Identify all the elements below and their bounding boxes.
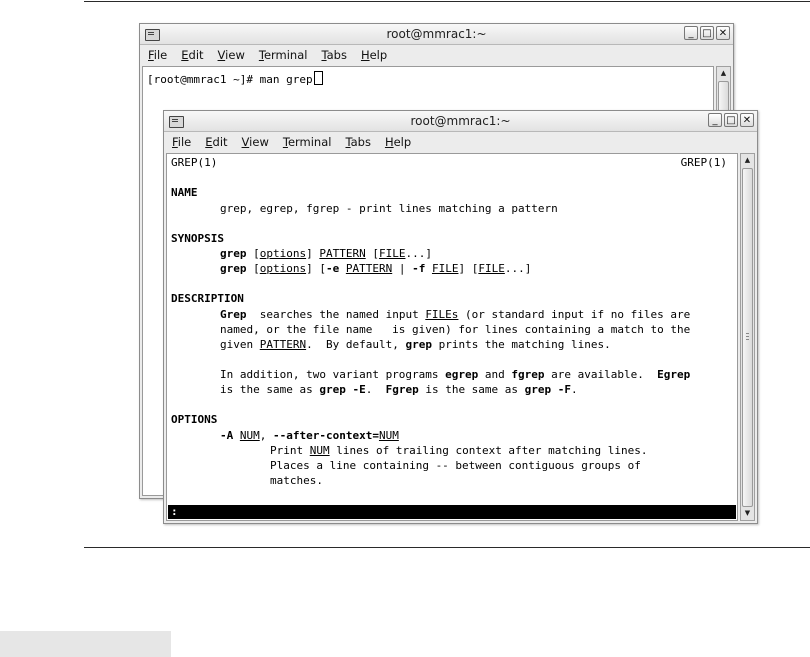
description-line-4: In addition, two variant programs egrep … <box>220 368 691 381</box>
menu-help[interactable]: Help <box>385 135 411 149</box>
menu-view[interactable]: View <box>218 48 245 62</box>
menu-bar: File Edit View Terminal Tabs Help <box>140 45 733 65</box>
bottom-rule <box>84 547 810 548</box>
menu-terminal[interactable]: Terminal <box>283 135 332 149</box>
minimize-icon[interactable]: _ <box>708 113 722 127</box>
section-heading-options: OPTIONS <box>171 413 218 426</box>
title-bar[interactable]: root@mmrac1:~ _ □ ✕ <box>164 111 757 132</box>
maximize-icon[interactable]: □ <box>724 113 738 127</box>
shell-prompt: [root@mmrac1 ~]# man grep <box>147 71 323 86</box>
menu-terminal[interactable]: Terminal <box>259 48 308 62</box>
description-line-2: named, or the file name is given) for li… <box>220 323 691 336</box>
menu-edit[interactable]: Edit <box>205 135 227 149</box>
scroll-down-arrow-icon[interactable]: ▼ <box>741 507 754 520</box>
menu-tabs[interactable]: Tabs <box>321 48 346 62</box>
scrollbar-grip-line <box>746 336 749 337</box>
terminal-window-front[interactable]: root@mmrac1:~ _ □ ✕ File Edit View Termi… <box>163 110 758 524</box>
description-line-3: given PATTERN. By default, grep prints t… <box>220 338 611 351</box>
scroll-up-arrow-icon[interactable]: ▲ <box>717 67 730 80</box>
option-description-line-3: matches. <box>270 474 323 487</box>
scroll-up-arrow-icon[interactable]: ▲ <box>741 154 754 167</box>
section-heading-synopsis: SYNOPSIS <box>171 232 224 245</box>
pager-status-line[interactable]: : <box>168 505 736 519</box>
menu-bar: File Edit View Terminal Tabs Help <box>164 132 757 152</box>
section-heading-description: DESCRIPTION <box>171 292 244 305</box>
description-line-1: Grep searches the named input FILEs (or … <box>220 308 691 321</box>
maximize-icon[interactable]: □ <box>700 26 714 40</box>
option-description-line-1: Print NUM lines of trailing context afte… <box>270 444 648 457</box>
synopsis-line-1: grep [options] PATTERN [FILE...] <box>220 247 432 260</box>
man-header-right: GREP(1) <box>680 156 727 169</box>
scrollbar-grip-icon <box>746 333 749 334</box>
menu-edit[interactable]: Edit <box>181 48 203 62</box>
minimize-icon[interactable]: _ <box>684 26 698 40</box>
terminal-output[interactable]: GREP(1) GREP(1) NAME grep, egrep, fgrep … <box>166 153 738 521</box>
title-bar[interactable]: root@mmrac1:~ _ □ ✕ <box>140 24 733 45</box>
scrollbar-thumb[interactable] <box>742 168 753 507</box>
window-title: root@mmrac1:~ <box>410 114 511 128</box>
option-description-line-2: Places a line containing -- between cont… <box>270 459 641 472</box>
pager-prompt: : <box>171 505 178 518</box>
option-after-context: -A NUM, --after-context=NUM <box>220 429 399 442</box>
scrollbar-grip-line <box>746 339 749 340</box>
section-heading-name: NAME <box>171 186 198 199</box>
close-icon[interactable]: ✕ <box>716 26 730 40</box>
window-title: root@mmrac1:~ <box>386 27 487 41</box>
menu-file[interactable]: File <box>148 48 167 62</box>
menu-file[interactable]: File <box>172 135 191 149</box>
close-icon[interactable]: ✕ <box>740 113 754 127</box>
vertical-scrollbar[interactable]: ▲ ▼ <box>740 153 755 521</box>
menu-tabs[interactable]: Tabs <box>345 135 370 149</box>
text-cursor <box>313 71 323 85</box>
name-line: grep, egrep, fgrep - print lines matchin… <box>220 202 558 215</box>
menu-help[interactable]: Help <box>361 48 387 62</box>
menu-view[interactable]: View <box>242 135 269 149</box>
man-header-left: GREP(1) <box>171 156 218 169</box>
synopsis-line-2: grep [options] [-e PATTERN | -f FILE] [F… <box>220 262 532 275</box>
top-rule <box>84 1 810 2</box>
description-line-5: is the same as grep -E. Fgrep is the sam… <box>220 383 578 396</box>
page-footer-block <box>0 631 171 657</box>
